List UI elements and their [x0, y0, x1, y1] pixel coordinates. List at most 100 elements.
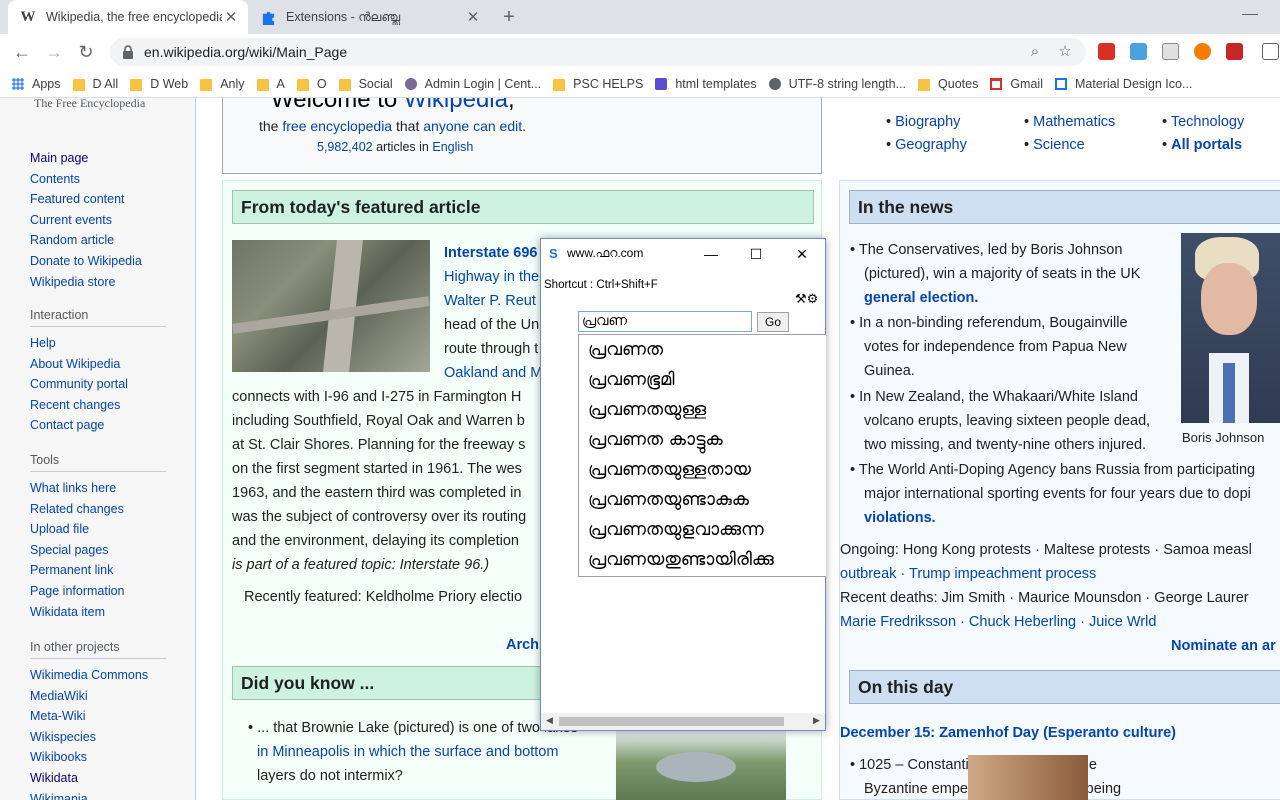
list-item: • Mathematics — [1024, 114, 1116, 130]
address-bar[interactable]: en.wikipedia.org/wiki/Main_Page ⌕ ☆ — [110, 38, 1086, 66]
sidebar-item-upload[interactable]: Upload file — [30, 519, 166, 540]
globe-icon — [768, 77, 781, 90]
search-input[interactable]: പ്രവണ — [578, 311, 752, 332]
site-icon — [1054, 77, 1067, 90]
boris-johnson-photo[interactable] — [1181, 233, 1280, 423]
sidebar-item-about[interactable]: About Wikipedia — [30, 354, 166, 375]
bookmark-folder[interactable]: D All — [72, 77, 118, 91]
horizontal-scrollbar[interactable]: ◀ ▶ — [541, 713, 825, 730]
portal-science[interactable]: Science — [1033, 137, 1085, 153]
suggestion-item[interactable]: പ്രവണയതുണ്ടായിരിക്കു — [579, 545, 826, 575]
bookmark-folder[interactable]: PSC HELPS — [553, 77, 643, 91]
ongoing-line: Ongoing: Hong Kong protests · Maltese pr… — [840, 542, 1252, 558]
bookmark-link[interactable]: Material Design Ico... — [1054, 77, 1192, 91]
extension-icon[interactable] — [1262, 43, 1279, 60]
news-box: In the news Boris Johnson • The Conserva… — [839, 180, 1280, 800]
bookmark-folder[interactable]: A — [256, 77, 285, 91]
sidebar-item-related[interactable]: Related changes — [30, 499, 166, 520]
sidebar-item-contact[interactable]: Contact page — [30, 415, 166, 436]
reload-icon[interactable]: ↻ — [75, 41, 97, 63]
minimize-button[interactable] — [1242, 8, 1258, 15]
otd-photo[interactable] — [968, 755, 1088, 800]
sidebar-item-page-info[interactable]: Page information — [30, 581, 166, 602]
bookmark-folder[interactable]: Social — [338, 77, 393, 91]
portal-mathematics[interactable]: Mathematics — [1033, 114, 1115, 130]
sidebar-item-contents[interactable]: Contents — [30, 169, 166, 190]
tab-wikipedia[interactable]: W Wikipedia, the free encyclopedia ✕ — [8, 0, 248, 34]
suggestion-item[interactable]: പ്രവണഭൂമി — [579, 365, 826, 395]
suggestion-item[interactable]: പ്രവണതയുണ്ടാകുക — [579, 485, 826, 515]
nominate-link[interactable]: Nominate an ar — [1171, 634, 1276, 658]
portal-all[interactable]: All portals — [1171, 137, 1242, 153]
scrollbar-thumb[interactable] — [559, 717, 784, 726]
bookmark-folder[interactable]: Anly — [200, 77, 245, 91]
sidebar-item-random[interactable]: Random article — [30, 230, 166, 251]
bookmark-link[interactable]: UTF-8 string length... — [768, 77, 906, 91]
sidebar-item-featured[interactable]: Featured content — [30, 189, 166, 210]
sidebar-item-meta[interactable]: Meta-Wiki — [30, 706, 166, 727]
sidebar-item-wikibooks[interactable]: Wikibooks — [30, 747, 166, 768]
zoom-icon[interactable]: ⌕ — [1026, 43, 1044, 61]
suggestion-item[interactable]: പ്രവണത — [579, 335, 826, 365]
sidebar-item-permanent[interactable]: Permanent link — [30, 560, 166, 581]
popup-titlebar[interactable]: S www.ഫറ.com — [541, 239, 825, 268]
sidebar-item-current-events[interactable]: Current events — [30, 210, 166, 231]
bookmark-folder[interactable]: D Web — [130, 77, 188, 91]
news-line: (pictured), win a majority of seats in t… — [864, 266, 1141, 282]
brownie-lake-photo[interactable] — [616, 730, 786, 800]
bookmark-folder[interactable]: O — [296, 77, 327, 91]
tab-title: Extensions - ന്‍ലഞ്ച്ല — [286, 9, 401, 24]
sidebar-item-mediawiki[interactable]: MediaWiki — [30, 686, 166, 707]
portal-heading: Interaction — [30, 308, 166, 327]
bookmark-link[interactable]: Admin Login | Cent... — [404, 77, 541, 91]
sidebar-item-wikidata-project[interactable]: Wikidata — [30, 768, 166, 789]
minimize-button[interactable]: — — [700, 243, 722, 265]
sidebar-item-commons[interactable]: Wikimedia Commons — [30, 665, 166, 686]
archive-link[interactable]: Arch — [506, 633, 539, 657]
forward-arrow-icon[interactable]: → — [43, 41, 65, 63]
portal-biography[interactable]: Biography — [895, 114, 960, 130]
close-button[interactable]: ✕ — [791, 243, 813, 265]
sidebar-item-store[interactable]: Wikipedia store — [30, 272, 166, 293]
bookmark-link[interactable]: Gmail — [990, 77, 1043, 91]
tools-settings-icon[interactable]: ⚒⚙ — [795, 291, 818, 307]
sidebar-item-special[interactable]: Special pages — [30, 540, 166, 561]
interstate-photo[interactable] — [232, 240, 430, 372]
tab-extensions[interactable]: Extensions - ന്‍ലഞ്ച്ല ✕ — [248, 0, 490, 34]
bookmark-link[interactable]: html templates — [655, 77, 757, 91]
star-icon[interactable]: ☆ — [1056, 43, 1074, 61]
maximize-button[interactable]: ☐ — [745, 243, 767, 265]
sidebar-item-wikimania[interactable]: Wikimania — [30, 789, 166, 800]
portal-technology[interactable]: Technology — [1171, 114, 1244, 130]
featured-line[interactable]: Interstate 696 — [444, 241, 538, 265]
close-icon[interactable]: ✕ — [222, 8, 240, 26]
sidebar-item-community[interactable]: Community portal — [30, 374, 166, 395]
scroll-left-icon[interactable]: ◀ — [546, 715, 553, 726]
featured-line: connects with I-96 and I-275 in Farmingt… — [232, 389, 522, 405]
bookmark-folder[interactable]: Quotes — [918, 77, 978, 91]
new-tab-button[interactable]: + — [498, 6, 520, 28]
sidebar-item-recent-changes[interactable]: Recent changes — [30, 395, 166, 416]
sidebar-item-what-links[interactable]: What links here — [30, 478, 166, 499]
go-button[interactable]: Go — [757, 312, 789, 332]
extension-icon[interactable] — [1130, 43, 1147, 60]
suggestion-item[interactable]: പ്രവണതയുളവാക്കുന്ന — [579, 515, 826, 545]
extension-icon[interactable] — [1226, 43, 1243, 60]
sidebar-item-donate[interactable]: Donate to Wikipedia — [30, 251, 166, 272]
portal-geography[interactable]: Geography — [895, 137, 967, 153]
extension-icon[interactable] — [1162, 43, 1179, 60]
suggestion-item[interactable]: പ്രവണതയുള്ളതായ — [579, 455, 826, 485]
extension-icon[interactable] — [1194, 43, 1211, 60]
sidebar-item-wikidata[interactable]: Wikidata item — [30, 602, 166, 623]
sidebar-item-wikispecies[interactable]: Wikispecies — [30, 727, 166, 748]
back-arrow-icon[interactable]: ← — [11, 41, 33, 63]
scroll-right-icon[interactable]: ▶ — [813, 715, 820, 726]
bookmark-apps[interactable]: Apps — [12, 77, 61, 91]
close-icon[interactable]: ✕ — [464, 8, 482, 26]
sidebar-item-main-page[interactable]: Main page — [30, 148, 166, 169]
suggestion-item[interactable]: പ്രവണതയുള്ള — [579, 395, 826, 425]
news-line: general election. — [864, 290, 979, 306]
sidebar-item-help[interactable]: Help — [30, 333, 166, 354]
suggestion-item[interactable]: പ്രവണത കാട്ടുക — [579, 425, 826, 455]
extension-icon[interactable] — [1098, 43, 1115, 60]
